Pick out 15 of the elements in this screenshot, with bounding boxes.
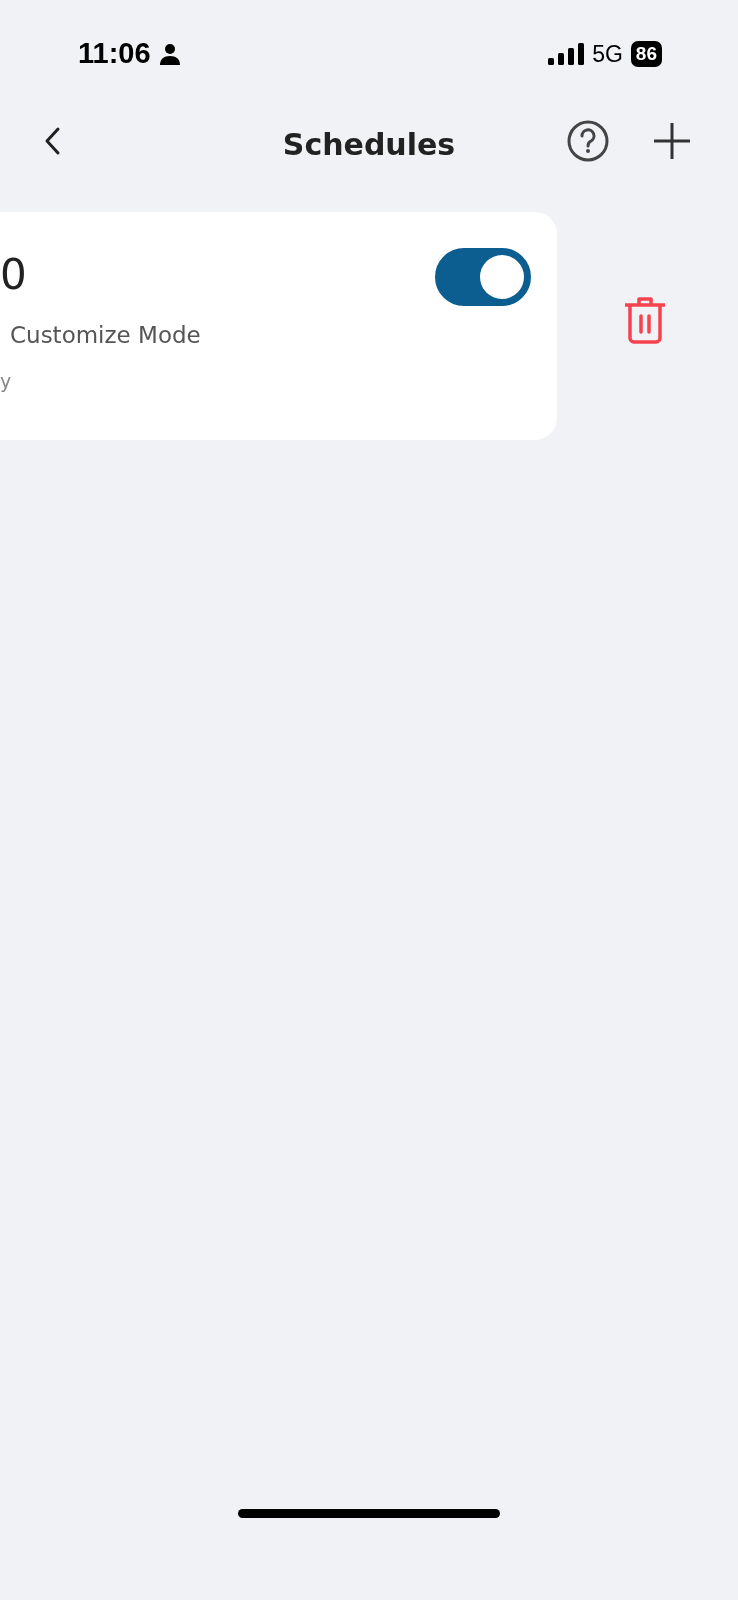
battery-level: 86	[630, 41, 662, 67]
signal-icon	[548, 43, 585, 65]
help-icon	[566, 119, 610, 163]
schedule-repeat: y	[0, 368, 12, 394]
delete-button[interactable]	[623, 296, 667, 344]
person-icon	[158, 43, 181, 65]
schedule-time: 0	[0, 250, 27, 301]
network-label: 5G	[592, 39, 623, 69]
schedule-card[interactable]: 0 Customize Mode y	[0, 212, 557, 440]
page-title: Schedules	[282, 126, 456, 164]
toggle-switch[interactable]	[435, 248, 531, 306]
plus-icon	[652, 121, 692, 161]
schedule-mode: Customize Mode	[10, 321, 201, 351]
trash-icon	[623, 296, 667, 344]
status-time: 11:06	[78, 36, 151, 72]
